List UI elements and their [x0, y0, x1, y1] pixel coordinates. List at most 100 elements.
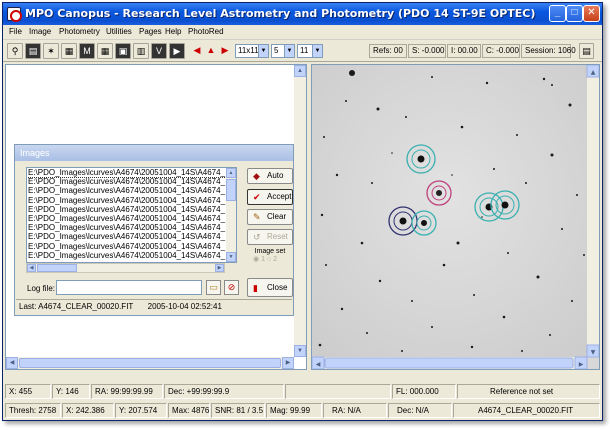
log-file-label: Log file: — [27, 284, 56, 293]
scroll-down-icon[interactable]: ▼ — [294, 345, 306, 357]
file-list-item[interactable]: E:\PDO_Images\lcurves\A4674\20051004_14S… — [27, 223, 236, 232]
log-clear-button[interactable]: ⊘ — [224, 280, 239, 295]
star — [405, 116, 407, 118]
toolbar-chart-button[interactable]: ▥ — [133, 43, 149, 59]
chevron-down-icon[interactable]: ▼ — [258, 45, 268, 57]
menu-help[interactable]: Help — [165, 27, 181, 36]
file-list-item[interactable]: E:\PDO_Images\lcurves\A4674\20051004_14S… — [27, 205, 236, 214]
star — [568, 103, 572, 107]
log-file-input[interactable] — [56, 280, 202, 295]
star — [431, 326, 433, 328]
image-set-label: Image set — [254, 248, 286, 255]
menu-file[interactable]: File — [9, 27, 22, 36]
menu-pages[interactable]: Pages — [139, 27, 162, 36]
image-viewer[interactable]: ▲ ▼ ◀ ▶ — [311, 64, 600, 370]
left-pane-vertical-scrollbar[interactable]: ▲ ▼ — [294, 65, 306, 357]
aperture-select[interactable]: 11x11 ▼ — [235, 44, 269, 58]
clear-button[interactable]: ✎ Clear — [247, 209, 293, 225]
annulus-select[interactable]: 11 ▼ — [297, 44, 323, 58]
reset-icon: ↺ — [253, 232, 261, 242]
star — [521, 350, 523, 352]
status-blank-1 — [285, 384, 391, 399]
star — [493, 168, 495, 170]
scroll-thumb[interactable] — [226, 179, 236, 201]
star — [583, 254, 585, 256]
gap-select-value: 5 — [274, 46, 279, 55]
star — [542, 77, 546, 81]
file-list-item[interactable]: E:\PDO_Images\lcurves\A4674\20051004_14S… — [27, 251, 236, 260]
file-list-item[interactable]: E:\PDO_Images\lcurves\A4674\20051004_14S… — [27, 232, 236, 241]
close-button-label: Close — [267, 283, 288, 292]
star — [323, 136, 325, 138]
scroll-down-icon[interactable]: ▼ — [226, 252, 236, 262]
toolbar-stars-button[interactable]: ✶ — [43, 43, 59, 59]
left-pane: ▲ ▼ ◀ ▶ Images E:\PDO_Images\lcurves\A46… — [5, 64, 307, 370]
star — [376, 107, 380, 111]
close-button[interactable]: ▮ Close — [247, 278, 293, 297]
star — [325, 264, 327, 266]
left-pane-horizontal-scrollbar[interactable]: ◀ ▶ — [6, 357, 294, 369]
status-bar-coordinates: X: 455 Y: 146 RA: 99:99:99.99 Dec: +99:9… — [3, 383, 602, 400]
scroll-up-icon[interactable]: ▲ — [226, 168, 236, 178]
menu-photometry[interactable]: Photometry — [59, 27, 100, 36]
file-list-item[interactable]: E:\PDO_Images\lcurves\A4674\20051004_14S… — [27, 242, 236, 251]
scroll-thumb[interactable] — [37, 264, 77, 272]
svg-text:◀: ◀ — [316, 361, 321, 368]
maximize-button[interactable]: □ — [566, 5, 583, 22]
image-set-radio-1[interactable]: ◉ 1 — [253, 256, 265, 263]
toolbar-play-button[interactable]: ▶ — [169, 43, 185, 59]
file-list-item[interactable]: E:\PDO_Images\lcurves\A4674\20051004_14S… — [27, 168, 236, 179]
auto-button[interactable]: ◆ Auto — [247, 168, 293, 184]
toolbar-blink-button[interactable]: ▣ — [115, 43, 131, 59]
scroll-thumb[interactable] — [19, 358, 281, 368]
toolbar-right-button[interactable]: ▶ — [217, 43, 233, 59]
reset-button[interactable]: ↺ Reset — [247, 229, 293, 245]
file-list-vertical-scrollbar[interactable]: ▲ ▼ — [226, 168, 236, 262]
toolbar-notes-button[interactable]: ▤ — [579, 43, 594, 59]
telescope-icon: ⚲ — [11, 46, 19, 56]
toolbar-measure-button[interactable]: M — [79, 43, 95, 59]
status-centroid-y: Y: 207.574 — [115, 403, 167, 418]
chevron-down-icon[interactable]: ▼ — [284, 45, 294, 57]
accept-button[interactable]: ✔ Accept — [247, 189, 293, 205]
scroll-left-icon[interactable]: ◀ — [27, 264, 36, 272]
file-list-item[interactable]: E:\PDO_Images\lcurves\A4674\20051004_14S… — [27, 186, 236, 195]
status-target-dec: Dec: N/A — [388, 403, 452, 418]
file-list-item[interactable]: E:\PDO_Images\lcurves\A4674\20051004_14S… — [27, 177, 236, 186]
menu-image[interactable]: Image — [29, 27, 51, 36]
file-list-item[interactable]: E:\PDO_Images\lcurves\A4674\20051004_14S… — [27, 214, 236, 223]
scroll-right-icon[interactable]: ▶ — [215, 264, 224, 272]
scroll-up-icon[interactable]: ▲ — [294, 65, 306, 77]
scroll-left-icon[interactable]: ◀ — [6, 357, 18, 369]
scroll-right-icon[interactable]: ▶ — [282, 357, 294, 369]
image-set-radio-2[interactable]: ○ 2 — [267, 256, 277, 263]
v-icon: V — [155, 46, 162, 56]
minimize-button[interactable]: _ — [549, 5, 566, 22]
file-list-item[interactable]: E:\PDO_Images\lcurves\A4674\20051004_14S… — [27, 196, 236, 205]
svg-text:▲: ▲ — [591, 69, 596, 76]
gap-select[interactable]: 5 ▼ — [271, 44, 295, 58]
star-field-image[interactable]: ▲ ▼ ◀ ▶ — [312, 65, 599, 369]
status-ra: RA: 99:99:99.99 — [91, 384, 163, 399]
star — [460, 125, 464, 129]
toolbar-grid-button[interactable]: ▦ — [61, 43, 77, 59]
toolbar-open-button[interactable]: ⚲ — [7, 43, 23, 59]
toolbar-display-button[interactable]: ▤ — [25, 43, 41, 59]
star — [502, 315, 506, 319]
image-file-list[interactable]: E:\PDO_Images\lcurves\A4674\20051004_14S… — [26, 167, 237, 263]
browse-folder-button[interactable]: ▭ — [206, 280, 221, 295]
file-list-horizontal-scrollbar[interactable]: ◀ ▶ — [26, 263, 225, 273]
chevron-down-icon[interactable]: ▼ — [312, 45, 322, 57]
status-mag: Mag: 99.99 — [266, 403, 322, 418]
image-horizontal-scrollbar[interactable]: ◀ ▶ — [312, 356, 588, 369]
toolbar-table-button[interactable]: ▦ — [97, 43, 113, 59]
image-vertical-scrollbar[interactable]: ▲ ▼ — [586, 65, 599, 358]
session-readout: Session: 1060 — [521, 44, 576, 58]
toolbar-view-button[interactable]: V — [151, 43, 167, 59]
star — [561, 228, 563, 230]
menu-utilities[interactable]: Utilities — [106, 27, 132, 36]
close-window-button[interactable]: ✕ — [583, 5, 600, 22]
menu-photored[interactable]: PhotoRed — [188, 27, 224, 36]
star — [401, 350, 403, 352]
measure-icon: M — [83, 46, 91, 56]
